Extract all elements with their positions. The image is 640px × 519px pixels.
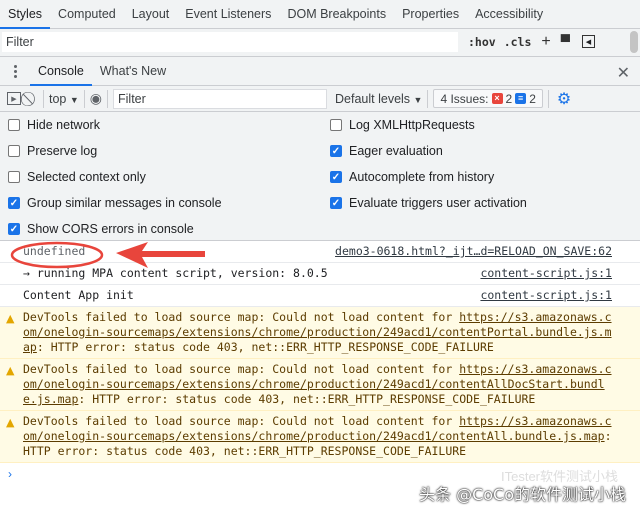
chevron-down-icon: ▼: [413, 94, 423, 105]
setting-left-1[interactable]: Preserve log: [8, 144, 97, 158]
new-style-rule-icon[interactable]: +: [541, 33, 550, 51]
checkbox[interactable]: ✓: [330, 197, 342, 209]
setting-label: Log XMLHttpRequests: [349, 118, 475, 132]
console-warning: ▲ DevTools failed to load source map: Cou…: [0, 411, 640, 463]
console-toolbar: ▶ ⃠ top ▼ ◉ Default levels ▼ 4 Issues: ×…: [0, 86, 640, 112]
checkbox[interactable]: [8, 145, 20, 157]
tab-accessibility[interactable]: Accessibility: [467, 0, 551, 28]
scrollbar[interactable]: [630, 31, 638, 53]
watermark: 头条 @CoCo的软件测试小栈: [418, 485, 626, 504]
message-text: Content App init: [23, 288, 134, 302]
checkbox[interactable]: [8, 171, 20, 183]
sidebar-toggle-icon[interactable]: ▶: [7, 92, 21, 105]
setting-label: Preserve log: [27, 144, 98, 158]
annotation-ellipse: [10, 241, 104, 269]
tab-layout[interactable]: Layout: [124, 0, 178, 28]
info-count: 2: [529, 91, 536, 106]
tab-whats-new[interactable]: What's New: [92, 57, 174, 85]
cls-button[interactable]: .cls: [504, 35, 532, 49]
close-icon[interactable]: ✕: [617, 63, 630, 83]
source-link[interactable]: content-script.js:1: [480, 288, 612, 303]
issues-button[interactable]: 4 Issues: × 2 ≡ 2: [433, 89, 543, 108]
drawer-tabs: Console What's New ✕: [0, 57, 640, 86]
hov-button[interactable]: :hov: [468, 35, 496, 49]
tab-dom-breakpoints[interactable]: DOM Breakpoints: [279, 0, 394, 28]
warning-text: DevTools failed to load source map: Coul…: [23, 414, 460, 428]
warning-icon: ▲: [6, 364, 15, 377]
toggle-sidebar-icon[interactable]: ◀: [581, 35, 595, 48]
source-link[interactable]: demo3-0618.html?_ijt…d=RELOAD_ON_SAVE:62: [335, 244, 612, 259]
setting-right-3[interactable]: ✓ Evaluate triggers user activation: [330, 196, 527, 210]
eye-icon[interactable]: ◉: [90, 90, 102, 107]
tab-styles[interactable]: Styles: [0, 0, 51, 29]
context-value: top: [49, 91, 67, 106]
warning-text: DevTools failed to load source map: Coul…: [23, 310, 460, 324]
console-settings: Hide network Preserve log Selected context…: [0, 112, 640, 241]
warning-text: DevTools failed to load source map: Coul…: [23, 362, 460, 376]
error-count: 2: [505, 91, 513, 106]
arrow-shape: [116, 242, 205, 268]
setting-label: Evaluate triggers user activation: [349, 196, 527, 210]
setting-left-0[interactable]: Hide network: [8, 118, 100, 132]
styles-filter-input[interactable]: [2, 31, 458, 52]
warning-icon: ▲: [6, 312, 15, 325]
setting-label: Show CORS errors in console: [27, 222, 194, 236]
setting-label: Eager evaluation: [349, 144, 443, 158]
context-select[interactable]: top ▼: [49, 92, 79, 106]
tab-computed[interactable]: Computed: [50, 0, 124, 28]
annotation-arrow: [10, 241, 205, 269]
console-message: Content App init content-script.js:1: [0, 285, 640, 307]
source-link[interactable]: content-script.js:1: [480, 266, 612, 281]
setting-left-3[interactable]: ✓ Group similar messages in console: [8, 196, 222, 210]
log-levels-dropdown[interactable]: Default levels ▼: [335, 92, 422, 106]
console-warning: ▲ DevTools failed to load source map: Cou…: [0, 307, 640, 359]
chevron-down-icon: ▼: [69, 94, 79, 105]
paint-toggle-icon[interactable]: ▀: [561, 34, 570, 49]
setting-right-0[interactable]: Log XMLHttpRequests: [330, 118, 475, 132]
setting-label: Hide network: [27, 118, 100, 132]
checkbox[interactable]: ✓: [330, 145, 342, 157]
tab-console[interactable]: Console: [30, 57, 92, 86]
console-filter-input[interactable]: [113, 88, 328, 109]
console-messages: undefined demo3-0618.html?_ijt…d=RELOAD_O…: [0, 241, 640, 463]
setting-label: Group similar messages in console: [27, 196, 222, 210]
warning-suffix: : HTTP error: status code 403, net::ERR_…: [78, 392, 536, 406]
checkbox[interactable]: ✓: [330, 171, 342, 183]
console-warning: ▲ DevTools failed to load source map: Cou…: [0, 359, 640, 411]
gear-icon[interactable]: ⚙: [557, 89, 571, 109]
styles-filter-bar: :hov .cls + ▀ ◀: [0, 29, 640, 54]
warning-icon: ▲: [6, 416, 15, 429]
tab-event-listeners[interactable]: Event Listeners: [177, 0, 279, 28]
checkbox[interactable]: [8, 119, 20, 131]
tab-properties[interactable]: Properties: [394, 0, 467, 28]
error-icon: ×: [491, 93, 503, 104]
issues-label: 4 Issues:: [440, 91, 489, 106]
drawer-menu-icon[interactable]: [0, 57, 30, 85]
setting-right-1[interactable]: ✓ Eager evaluation: [330, 144, 443, 158]
setting-left-4[interactable]: ✓ Show CORS errors in console: [8, 222, 194, 236]
setting-label: Selected context only: [27, 170, 146, 184]
log-levels-label: Default levels: [335, 91, 411, 106]
setting-right-2[interactable]: ✓ Autocomplete from history: [330, 170, 494, 184]
sidebar-tabs: Styles Computed Layout Event Listeners D…: [0, 0, 640, 29]
checkbox[interactable]: [330, 119, 342, 131]
checkbox[interactable]: ✓: [8, 223, 20, 235]
setting-left-2[interactable]: Selected context only: [8, 170, 146, 184]
warning-suffix: : HTTP error: status code 403, net::ERR_…: [36, 340, 494, 354]
checkbox[interactable]: ✓: [8, 197, 20, 209]
setting-label: Autocomplete from history: [349, 170, 495, 184]
info-icon: ≡: [515, 93, 527, 104]
